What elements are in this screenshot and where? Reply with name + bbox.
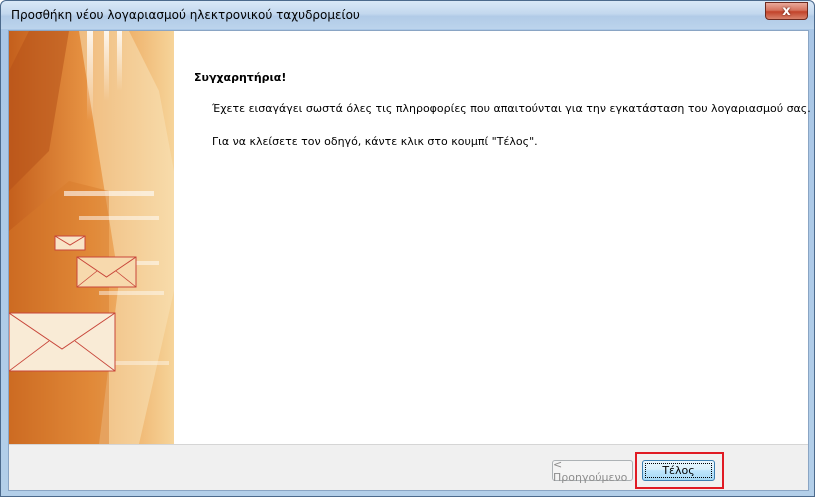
page-heading: Συγχαρητήρια! [194,71,287,84]
close-icon: x [782,3,791,19]
info-text-success: Έχετε εισαγάγει σωστά όλες τις πληροφορί… [212,102,811,115]
window-title: Προσθήκη νέου λογαριασμού ηλεκτρονικού τ… [11,8,360,22]
info-text-finish: Για να κλείσετε τον οδηγό, κάντε κλικ στ… [212,135,538,148]
wizard-banner [9,31,174,444]
back-button[interactable]: < Προηγούμενο [552,457,633,484]
envelope-icon [76,256,137,288]
wizard-content: Συγχαρητήρια! Έχετε εισαγάγει σωστά όλες… [174,31,811,444]
envelope-icon [9,312,116,372]
close-button[interactable]: x [765,2,808,20]
back-button-label: < Προηγούμενο [553,457,628,484]
finish-button[interactable]: Τέλος [642,460,715,481]
wizard-client-area: Συγχαρητήρια! Έχετε εισαγάγει σωστά όλες… [8,30,811,491]
finish-button-label: Τέλος [662,464,695,477]
envelope-icon [54,235,86,251]
wizard-window: Προσθήκη νέου λογαριασμού ηλεκτρονικού τ… [0,0,815,497]
wizard-footer: < Προηγούμενο Τέλος [9,444,808,490]
title-bar[interactable]: Προσθήκη νέου λογαριασμού ηλεκτρονικού τ… [1,1,814,29]
banner-graphic [9,31,174,444]
